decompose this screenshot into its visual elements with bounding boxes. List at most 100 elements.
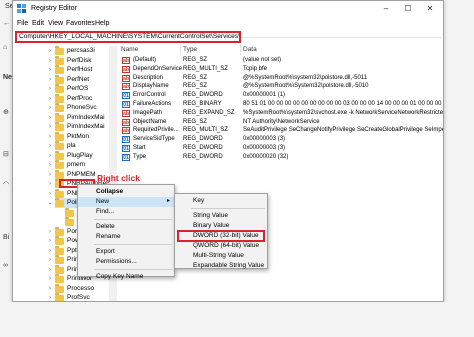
value-name: DependOnService <box>133 65 183 72</box>
folder-icon <box>55 55 64 65</box>
value-type: REG_DWORD <box>183 92 223 99</box>
sub-item-string-value[interactable]: String Value <box>175 211 267 221</box>
expand-chevron-icon[interactable]: › <box>47 56 53 66</box>
folder-icon <box>55 46 64 55</box>
close-button[interactable]: ✕ <box>419 3 441 15</box>
expand-chevron-icon[interactable]: › <box>47 65 53 75</box>
value-type: REG_EXPAND_SZ <box>183 109 235 116</box>
expand-chevron-icon[interactable]: › <box>47 94 53 104</box>
address-bar[interactable]: Computer\HKEY_LOCAL_MACHINE\SYSTEM\Curre… <box>15 31 241 43</box>
value-row[interactable]: 01 Type REG_DWORD 0x00000020 (32) <box>119 153 443 162</box>
value-row[interactable]: 01 Start REG_DWORD 0x00000003 (3) <box>119 144 443 153</box>
tree-item[interactable]: › PerfNet <box>49 74 116 85</box>
vpn-icon[interactable]: ∞ <box>3 262 8 269</box>
menu-view[interactable]: View <box>48 20 63 27</box>
globe-icon[interactable]: ⊕ <box>3 108 9 116</box>
value-type: REG_MULTI_SZ <box>183 65 228 72</box>
tree-item[interactable]: › pmem <box>49 160 116 170</box>
folder-icon <box>55 160 64 169</box>
expand-chevron-icon[interactable]: › <box>47 113 53 123</box>
expand-chevron-icon[interactable]: › <box>47 189 53 199</box>
expand-chevron-icon[interactable]: › <box>47 75 53 85</box>
tree-item[interactable]: › PerfOS <box>49 84 116 94</box>
value-name: FailureActions <box>133 101 172 107</box>
sub-item-expandable-string-value[interactable]: Expandable String Value <box>175 261 267 271</box>
tree-item[interactable]: › ProfSvc <box>49 293 116 301</box>
tree-item-label: pmem <box>67 161 86 168</box>
expand-chevron-icon[interactable]: › <box>47 151 53 161</box>
tree-item[interactable]: › PimIndexMai <box>49 122 116 132</box>
title-bar[interactable]: Registry Editor – ☐ ✕ <box>13 1 443 18</box>
tree-item[interactable]: › PhoneSvc <box>49 103 116 113</box>
sub-item-key[interactable]: Key <box>175 196 267 206</box>
expand-chevron-icon[interactable]: › <box>47 284 53 294</box>
tree-item[interactable]: › percsas3i <box>49 46 116 56</box>
expand-chevron-icon[interactable]: › <box>47 236 53 246</box>
ethernet-icon[interactable]: ⊟ <box>3 150 9 158</box>
tree-item[interactable]: › PlugPlay <box>49 150 116 161</box>
expand-chevron-icon[interactable]: › <box>47 255 53 265</box>
tree-item[interactable]: › pla <box>49 141 116 151</box>
home-icon[interactable]: ⌂ <box>3 44 7 51</box>
value-row[interactable]: ab DisplayName REG_SZ @%SystemRoot%\System3… <box>119 82 443 91</box>
ctx-item-copy-key-name[interactable]: Copy Key Name <box>78 272 174 282</box>
maximize-button[interactable]: ☐ <box>397 3 419 15</box>
folder-icon <box>55 112 64 122</box>
ctx-item-rename[interactable]: Rename <box>78 232 174 242</box>
value-row[interactable]: ab Description REG_SZ @%SystemRoot%\system3… <box>119 74 443 83</box>
column-header-data[interactable]: Data <box>241 45 441 55</box>
column-header-name[interactable]: Name <box>119 45 181 55</box>
value-row[interactable]: 01 ErrorControl REG_DWORD 0x00000001 (1) <box>119 91 443 100</box>
tree-item[interactable]: › PerfHost <box>49 65 116 75</box>
expand-chevron-icon[interactable]: › <box>47 170 53 180</box>
value-row[interactable]: ab ImagePath REG_EXPAND_SZ %SystemRoot%\sys… <box>119 109 443 118</box>
tree-item[interactable]: › Processo <box>49 283 116 294</box>
collapse-chevron-icon[interactable]: ⌄ <box>47 198 53 208</box>
folder-icon <box>55 150 64 160</box>
value-data: (value not set) <box>243 57 282 63</box>
value-row[interactable]: 01 ServiceSidType REG_DWORD 0x00000003 (3) <box>119 135 443 144</box>
folder-icon <box>55 74 64 84</box>
wifi-icon[interactable]: ◠ <box>3 180 9 188</box>
back-arrow-icon[interactable]: ← <box>3 20 10 27</box>
value-row[interactable]: ab (Default) REG_SZ (value not set) <box>119 56 443 65</box>
menu-edit[interactable]: Edit <box>32 20 44 27</box>
ctx-item-find[interactable]: Find... <box>78 207 174 217</box>
sub-item-multi-string-value[interactable]: Multi-String Value <box>175 251 267 261</box>
expand-chevron-icon[interactable]: › <box>47 103 53 113</box>
menu-file[interactable]: File <box>17 20 28 27</box>
value-row[interactable]: ab DependOnService REG_MULTI_SZ Tcpip bfe <box>119 65 443 74</box>
value-row[interactable]: ab ObjectName REG_SZ NT Authority\NetworkSe… <box>119 118 443 127</box>
value-type: REG_DWORD <box>183 136 223 143</box>
tree-item[interactable]: › PerfProc <box>49 93 116 104</box>
value-row[interactable]: ab RequiredPrivile... REG_MULTI_SZ SeAuditP… <box>119 126 443 135</box>
minimize-button[interactable]: – <box>375 3 397 15</box>
ctx-item-permissions[interactable]: Permissions... <box>78 257 174 267</box>
expand-chevron-icon[interactable]: › <box>47 227 53 237</box>
sub-item-qword-64-bit-value[interactable]: QWORD (64-bit) Value <box>175 241 267 251</box>
ctx-item-new[interactable]: New <box>78 197 174 207</box>
column-header-type[interactable]: Type <box>181 45 241 55</box>
ctx-item-export[interactable]: Export <box>78 247 174 257</box>
tree-item[interactable]: › PktMon <box>49 131 116 142</box>
expand-chevron-icon[interactable]: › <box>47 274 53 284</box>
folder-icon <box>55 188 64 198</box>
expand-chevron-icon[interactable]: › <box>47 160 53 170</box>
expand-chevron-icon[interactable]: › <box>47 132 53 142</box>
ctx-item-collapse[interactable]: Collapse <box>78 187 174 197</box>
tree-item[interactable]: › PimIndexMai <box>49 112 116 123</box>
tree-item[interactable]: › PerfDisk <box>49 55 116 66</box>
expand-chevron-icon[interactable]: › <box>47 293 53 301</box>
expand-chevron-icon[interactable]: › <box>47 141 53 151</box>
value-row[interactable]: 01 FailureActions REG_BINARY 80 51 01 00 00… <box>119 100 443 109</box>
settings-side-text: Ne <box>3 74 12 81</box>
expand-chevron-icon[interactable]: › <box>47 122 53 132</box>
expand-chevron-icon[interactable]: › <box>47 246 53 256</box>
menu-favorites[interactable]: Favorites <box>66 20 95 27</box>
menu-help[interactable]: Help <box>95 20 109 27</box>
expand-chevron-icon[interactable]: › <box>47 84 53 94</box>
expand-chevron-icon[interactable]: › <box>47 46 53 56</box>
expand-chevron-icon[interactable]: › <box>47 179 53 189</box>
ctx-item-delete[interactable]: Delete <box>78 222 174 232</box>
expand-chevron-icon[interactable]: › <box>47 265 53 275</box>
